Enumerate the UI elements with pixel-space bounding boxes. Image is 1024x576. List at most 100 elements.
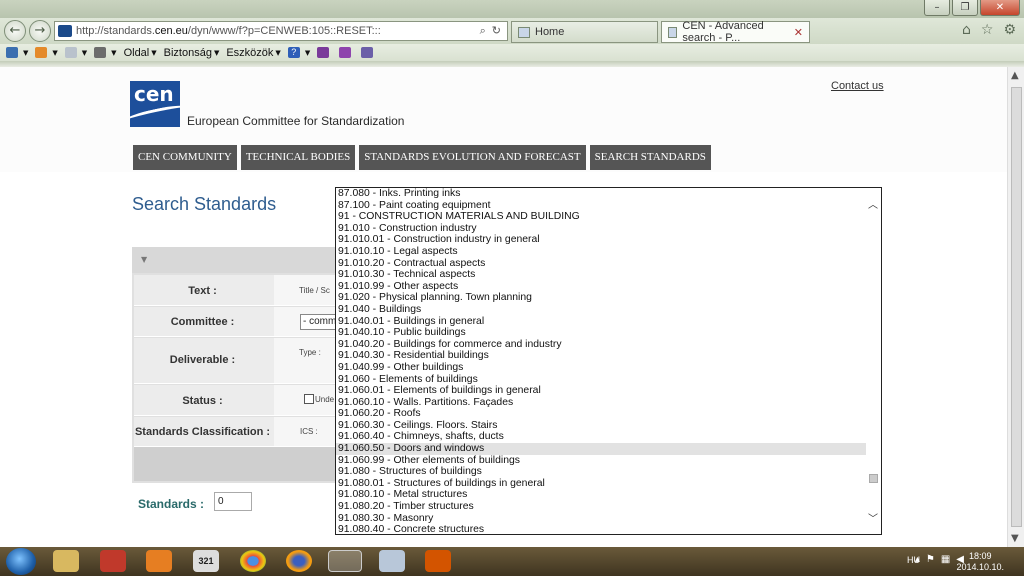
page-menu[interactable]: Oldal ▼ — [124, 47, 157, 59]
chrome-icon[interactable] — [240, 550, 266, 572]
research-button[interactable] — [361, 47, 376, 58]
firefox-icon[interactable] — [286, 550, 312, 572]
settings-gear-icon[interactable]: ⚙ — [1003, 22, 1016, 38]
presentation-app-icon[interactable] — [425, 550, 451, 572]
ics-option[interactable]: 91.060.30 - Ceilings. Floors. Stairs — [336, 420, 866, 432]
under-development-checkbox[interactable] — [304, 394, 314, 404]
ics-option[interactable]: 91.010.20 - Contractual aspects — [336, 258, 866, 270]
show-hidden-icons-icon[interactable]: ▴ — [915, 554, 920, 565]
ics-option[interactable]: 91.040 - Buildings — [336, 304, 866, 316]
close-window-button[interactable]: ✕ — [980, 0, 1020, 16]
help-menu[interactable]: ? ▼ — [287, 47, 310, 58]
scroll-up-icon[interactable]: ▲ — [1011, 70, 1019, 81]
ics-option[interactable]: 91.010.30 - Technical aspects — [336, 269, 866, 281]
scroll-down-icon[interactable]: ▼ — [1011, 533, 1019, 544]
favorites-star-icon[interactable]: ☆ — [981, 22, 994, 38]
ics-option[interactable]: 91.080.30 - Masonry — [336, 513, 866, 525]
nav-technical-bodies[interactable]: TECHNICAL BODIES — [240, 145, 356, 170]
rss-feed-icon — [35, 47, 48, 58]
taskbar-clock[interactable]: 18:09 2014.10.10. — [956, 551, 1004, 573]
ics-option[interactable]: 91.060.99 - Other elements of buildings — [336, 455, 866, 467]
chevron-down-icon: ▼ — [23, 48, 29, 57]
ics-dropdown-list[interactable]: 87.080 - Inks. Printing inks 87.100 - Pai… — [335, 187, 882, 535]
text-label: Text : — [188, 285, 217, 297]
search-icon[interactable]: ⌕ — [480, 24, 486, 38]
tools-menu[interactable]: Eszközök ▼ — [226, 47, 280, 59]
back-button[interactable]: ← — [4, 20, 26, 42]
nav-search-standards[interactable]: SEARCH STANDARDS — [589, 145, 711, 170]
onenote-send-icon — [339, 47, 352, 58]
media-player-icon[interactable] — [146, 550, 172, 572]
committee-label: Committee : — [170, 316, 235, 328]
ics-option[interactable]: 91.060.10 - Walls. Partitions. Façades — [336, 397, 866, 409]
ics-option[interactable]: 87.100 - Paint coating equipment — [336, 200, 866, 212]
page-scrollbar[interactable]: ▲ ▼ — [1007, 67, 1024, 547]
ics-option[interactable]: 91.080.01 - Structures of buildings in g… — [336, 478, 866, 490]
ccleaner-icon[interactable] — [100, 550, 126, 572]
network-icon[interactable]: ▦ — [941, 554, 950, 565]
scroll-thumb[interactable] — [1011, 87, 1022, 527]
scroll-down-icon[interactable]: ﹀ — [868, 510, 878, 525]
ics-option[interactable]: 91.060.50 - Doors and windows — [336, 443, 866, 455]
standards-count-field[interactable]: 0 — [214, 492, 252, 511]
ics-option[interactable]: 91.080 - Structures of buildings — [336, 466, 866, 478]
contact-us-link[interactable]: Contact us — [831, 80, 884, 92]
nav-standards-evolution-forecast[interactable]: STANDARDS EVOLUTION AND FORECAST — [359, 145, 586, 170]
flag-icon[interactable]: ⚑ — [926, 554, 935, 565]
tab-label: Home — [535, 26, 565, 38]
ics-option[interactable]: 91.040.10 - Public buildings — [336, 327, 866, 339]
ics-option[interactable]: 91.010.01 - Construction industry in gen… — [336, 234, 866, 246]
maximize-button[interactable]: ❐ — [952, 0, 978, 16]
organization-name: European Committee for Standardization — [187, 114, 405, 128]
onenote-send-button[interactable] — [339, 47, 354, 58]
ics-option[interactable]: 91.060.20 - Roofs — [336, 408, 866, 420]
file-explorer-icon[interactable] — [53, 550, 79, 572]
close-tab-icon[interactable]: ✕ — [788, 26, 803, 39]
ics-option[interactable]: 91.080.40 - Concrete structures — [336, 524, 866, 534]
calculator-icon[interactable] — [379, 550, 405, 572]
feeds-button[interactable]: ▼ — [35, 47, 58, 58]
ics-option[interactable]: 91.040.01 - Buildings in general — [336, 316, 866, 328]
tab-home[interactable]: Home — [511, 21, 658, 43]
ics-option[interactable]: 91.020 - Physical planning. Town plannin… — [336, 292, 866, 304]
ics-option[interactable]: 91.040.99 - Other buildings — [336, 362, 866, 374]
ics-option[interactable]: 91.080.20 - Timber structures — [336, 501, 866, 513]
scroll-thumb[interactable] — [869, 474, 878, 483]
refresh-icon[interactable]: ↻ — [492, 24, 501, 38]
ics-option[interactable]: 87.080 - Inks. Printing inks — [336, 188, 866, 200]
ics-option[interactable]: 91.060.40 - Chimneys, shafts, ducts — [336, 431, 866, 443]
print-button[interactable]: ▼ — [94, 47, 117, 58]
ics-option[interactable]: 91.010.99 - Other aspects — [336, 281, 866, 293]
dropdown-scrollbar[interactable]: ︿ ﹀ — [866, 188, 881, 534]
internet-explorer-icon[interactable] — [328, 550, 362, 572]
ics-option[interactable]: 91.010 - Construction industry — [336, 223, 866, 235]
home-page-button[interactable]: ▼ — [6, 47, 28, 58]
home-icon[interactable]: ⌂ — [962, 22, 971, 38]
address-bar[interactable]: http://standards.cen.eu/dyn/www/f?p=CENW… — [54, 21, 508, 41]
start-button-icon[interactable] — [6, 548, 36, 575]
ics-option[interactable]: 91.010.10 - Legal aspects — [336, 246, 866, 258]
form-collapse-toggle[interactable]: ▼ — [132, 247, 337, 273]
ics-option[interactable]: 91 - CONSTRUCTION MATERIALS AND BUILDING — [336, 211, 866, 223]
ics-option[interactable]: 91.080.10 - Metal structures — [336, 489, 866, 501]
committee-select[interactable]: - comm — [300, 314, 340, 330]
command-bar: ▼ ▼ ▼ ▼ Oldal ▼ Biztonság ▼ Eszközök ▼ ? ▼ — [0, 44, 1024, 61]
onenote-button[interactable] — [317, 47, 332, 58]
forward-button[interactable]: → — [29, 20, 51, 42]
calendar-icon[interactable]: 321 — [193, 550, 219, 572]
chevron-down-icon: ▼ — [81, 48, 88, 57]
page-title: Search Standards — [132, 194, 277, 214]
nav-cen-community[interactable]: CEN COMMUNITY — [133, 145, 237, 170]
ics-option[interactable]: 91.040.30 - Residential buildings — [336, 350, 866, 362]
safety-menu[interactable]: Biztonság ▼ — [164, 47, 220, 59]
minimize-button[interactable]: – — [924, 0, 950, 16]
chevron-down-icon: ▼ — [151, 48, 157, 57]
tab-cen-advanced-search[interactable]: CEN - Advanced search - P... ✕ — [661, 20, 810, 44]
cen-logo[interactable]: cen — [130, 81, 180, 127]
ics-option[interactable]: 91.040.20 - Buildings for commerce and i… — [336, 339, 866, 351]
scroll-up-icon[interactable]: ︿ — [868, 196, 878, 211]
form-row-status: Status : Unde — [134, 385, 335, 416]
mail-button[interactable]: ▼ — [64, 47, 88, 58]
ics-option[interactable]: 91.060 - Elements of buildings — [336, 374, 866, 386]
ics-option[interactable]: 91.060.01 - Elements of buildings in gen… — [336, 385, 866, 397]
